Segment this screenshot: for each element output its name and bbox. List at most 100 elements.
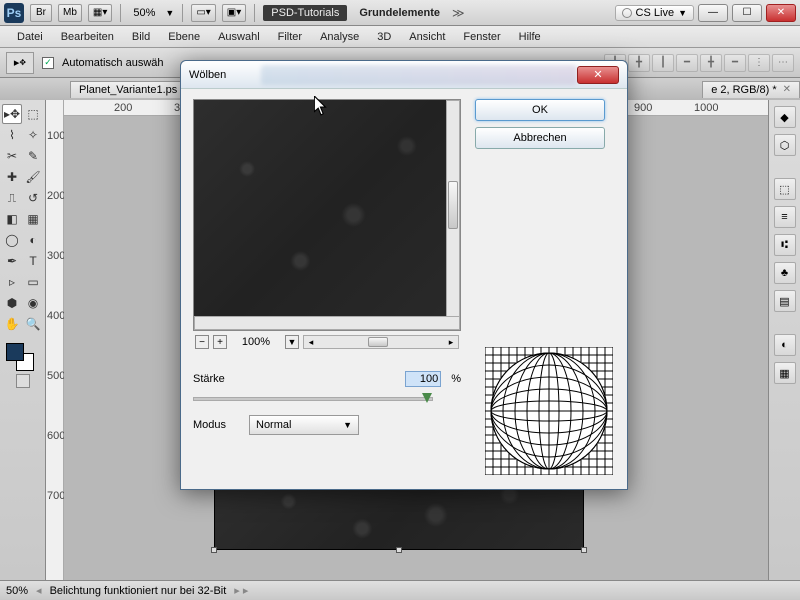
workspace-name[interactable]: Grundelemente [353,7,446,19]
3d-camera-tool[interactable]: ◉ [23,293,43,313]
channels-panel-icon[interactable]: ⑆ [774,234,796,256]
window-close-button[interactable]: ✕ [766,4,796,22]
preview-zoom-value: 100% [231,336,281,348]
wand-tool[interactable]: ✧ [23,125,43,145]
mode-dropdown[interactable]: Normal ▼ [249,415,359,435]
menu-datei[interactable]: Datei [8,28,52,46]
zoom-in-button[interactable]: + [213,335,227,349]
zoom-out-button[interactable]: − [195,335,209,349]
distribute-icon[interactable]: ⋮ [748,54,770,72]
eraser-tool[interactable]: ◧ [2,209,22,229]
transform-handle[interactable] [211,547,217,553]
shape-tool[interactable]: ▭ [23,272,43,292]
dialog-close-button[interactable]: ✕ [577,66,619,84]
transform-handle[interactable] [396,547,402,553]
menu-ebene[interactable]: Ebene [159,28,209,46]
brush-tool[interactable]: 🖌 [23,167,43,187]
strength-slider[interactable] [193,397,433,401]
strength-label: Stärke [193,373,239,385]
cslive-dot-icon [622,8,632,18]
menu-analyse[interactable]: Analyse [311,28,368,46]
workspace-more-icon[interactable]: ≫ [452,6,465,20]
screen-mode-dropdown[interactable]: ▣▾ [222,4,246,22]
workspace-badge[interactable]: PSD-Tutorials [263,5,347,21]
strength-input[interactable] [405,371,441,387]
document-tab-right[interactable]: e 2, RGB/8) * ✕ [702,81,800,98]
current-tool-indicator[interactable]: ▸✥ [6,52,34,74]
aero-blur [261,65,577,85]
minibridge-button[interactable]: Mb [58,4,82,22]
window-minimize-button[interactable]: — [698,4,728,22]
menu-auswahl[interactable]: Auswahl [209,28,269,46]
preview-scrollbar-vertical[interactable] [446,100,460,330]
dialog-title: Wölben [189,69,226,81]
spherize-preview-grid [485,347,613,475]
menu-fenster[interactable]: Fenster [454,28,509,46]
foreground-color-swatch[interactable] [6,343,24,361]
ok-button[interactable]: OK [475,99,605,121]
preview-h-scroll[interactable]: ◂▸ [303,335,459,349]
blur-tool[interactable]: ◯ [2,230,22,250]
auto-select-checkbox[interactable]: ✓ [42,57,54,69]
3d-tool[interactable]: ⬢ [2,293,22,313]
layers-panel-icon[interactable]: ▤ [774,290,796,312]
paths-panel-icon[interactable]: ♣ [774,262,796,284]
menu-filter[interactable]: Filter [269,28,311,46]
move-tool[interactable]: ▸✥ [2,104,22,124]
zoom-tool[interactable]: 🔍 [23,314,43,334]
slider-thumb-icon[interactable] [422,393,432,403]
crop-tool[interactable]: ✂ [2,146,22,166]
layout-dropdown[interactable]: ▦▾ [88,4,112,22]
history-panel-icon[interactable]: ◐ [774,334,796,356]
marquee-tool[interactable]: ⬚ [23,104,43,124]
document-tab[interactable]: Planet_Variante1.ps [70,81,186,98]
status-zoom[interactable]: 50% [6,585,28,597]
heal-tool[interactable]: ✚ [2,167,22,187]
lasso-tool[interactable]: ⌇ [2,125,22,145]
align-hcenter-icon[interactable]: ╋ [628,54,650,72]
menu-bearbeiten[interactable]: Bearbeiten [52,28,123,46]
menu-3d[interactable]: 3D [368,28,400,46]
masks-panel-icon[interactable]: ≡ [774,206,796,228]
gradient-tool[interactable]: ▦ [23,209,43,229]
zoom-dropdown[interactable]: ▼ [285,335,299,349]
color-panel-icon[interactable]: ◆ [774,106,796,128]
menu-ansicht[interactable]: Ansicht [400,28,454,46]
swatches-panel-icon[interactable]: ⬡ [774,134,796,156]
align-top-icon[interactable]: ━ [676,54,698,72]
dodge-tool[interactable]: ◐ [23,230,43,250]
filter-preview[interactable] [193,99,461,331]
type-tool[interactable]: T [23,251,43,271]
app-bar: Ps Br Mb ▦▾ 50% ▼ ▭▾ ▣▾ PSD-Tutorials Gr… [0,0,800,26]
zoom-level-readout[interactable]: 50% [129,7,159,19]
path-tool[interactable]: ▹ [2,272,22,292]
chevron-down-icon: ▼ [343,420,352,430]
hand-tool[interactable]: ✋ [2,314,22,334]
adjustments-panel-icon[interactable]: ⬚ [774,178,796,200]
quickmask-toggle[interactable] [16,374,30,388]
align-right-icon[interactable]: ┃ [652,54,674,72]
window-maximize-button[interactable]: ☐ [732,4,762,22]
view-dropdown[interactable]: ▭▾ [191,4,215,22]
cancel-button[interactable]: Abbrechen [475,127,605,149]
color-swatches[interactable] [2,341,43,373]
menu-hilfe[interactable]: Hilfe [510,28,550,46]
cslive-button[interactable]: CS Live▼ [615,5,694,21]
actions-panel-icon[interactable]: ▦ [774,362,796,384]
stamp-tool[interactable]: ⎍ [2,188,22,208]
menu-bar: Datei Bearbeiten Bild Ebene Auswahl Filt… [0,26,800,48]
canvas-artwork [214,480,584,550]
close-tab-icon[interactable]: ✕ [783,84,791,95]
bridge-button[interactable]: Br [30,4,52,22]
align-vcenter-icon[interactable]: ╋ [700,54,722,72]
menu-bild[interactable]: Bild [123,28,159,46]
preview-scrollbar-horizontal[interactable] [194,316,460,330]
pen-tool[interactable]: ✒ [2,251,22,271]
eyedropper-tool[interactable]: ✎ [23,146,43,166]
history-brush-tool[interactable]: ↺ [23,188,43,208]
align-bottom-icon[interactable]: ━ [724,54,746,72]
distribute2-icon[interactable]: ⋯ [772,54,794,72]
dialog-titlebar[interactable]: Wölben ✕ [181,61,627,89]
transform-handle[interactable] [581,547,587,553]
tools-panel: ▸✥ ⬚ ⌇ ✧ ✂ ✎ ✚ 🖌 ⎍ ↺ ◧ ▦ ◯ ◐ ✒ T ▹ ▭ ⬢ ◉… [0,100,46,580]
